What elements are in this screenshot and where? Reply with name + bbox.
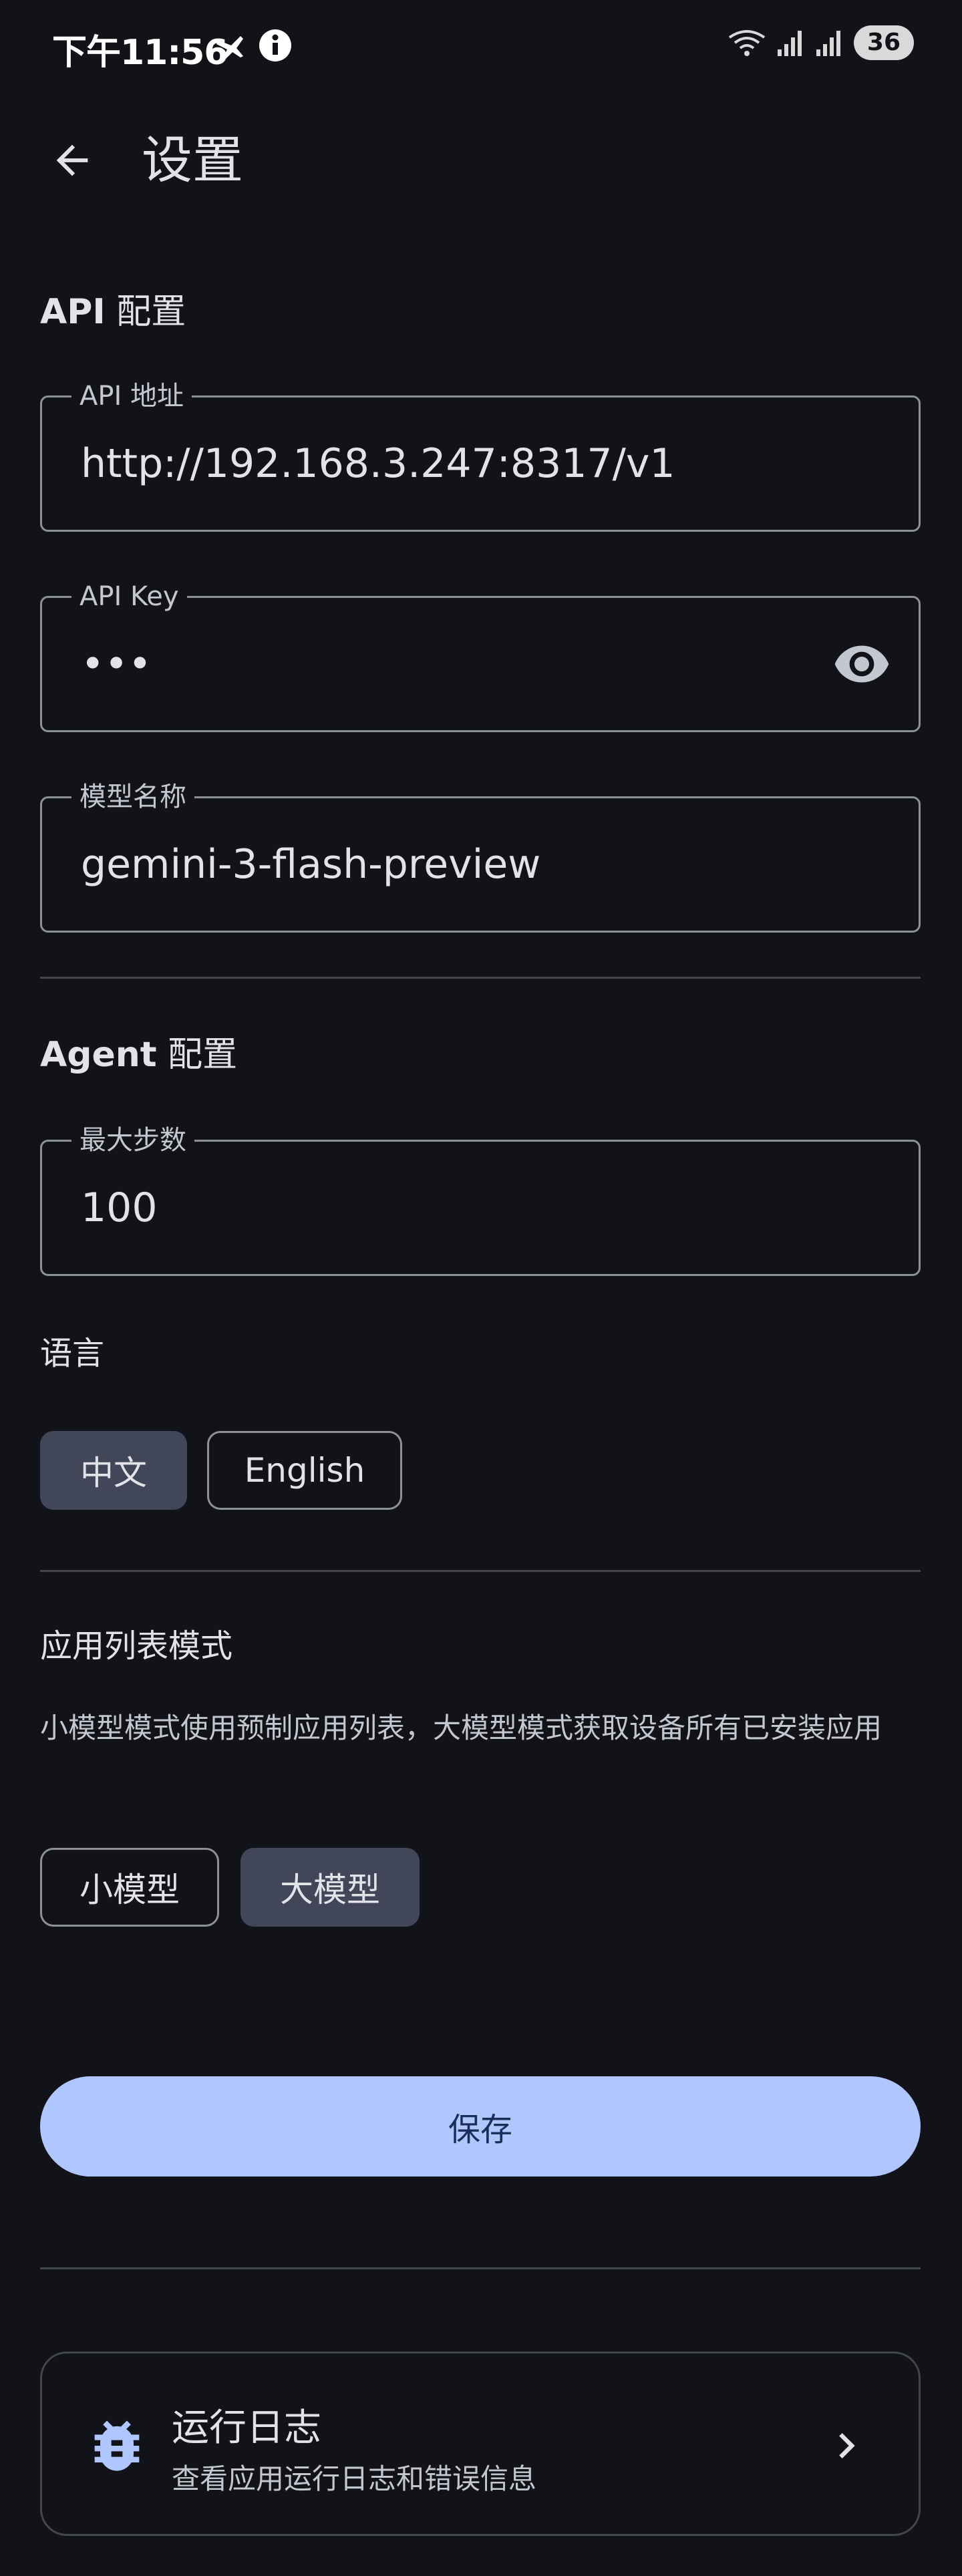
- api-url-field[interactable]: API 地址 http://192.168.3.247:8317/v1: [40, 380, 921, 532]
- agent-section-title-bold: Agent: [40, 1035, 157, 1075]
- api-key-field[interactable]: API Key •••: [40, 581, 921, 732]
- arrow-back-icon: [56, 144, 88, 176]
- chevron-right-icon: [839, 2433, 855, 2458]
- api-key-value: •••: [81, 641, 152, 687]
- run-log-card[interactable]: 运行日志 查看应用运行日志和错误信息: [40, 2352, 921, 2536]
- back-button[interactable]: [40, 128, 104, 192]
- app-list-option-large-model[interactable]: 大模型: [240, 1848, 420, 1927]
- max-steps-field[interactable]: 最大步数 100: [40, 1124, 921, 1276]
- model-name-field[interactable]: 模型名称 gemini-3-flash-preview: [40, 781, 921, 933]
- api-section-title-bold: API: [40, 292, 106, 332]
- wifi-icon: [728, 30, 766, 56]
- app-list-mode-description: 小模型模式使用预制应用列表，大模型模式获取设备所有已安装应用: [40, 1712, 883, 1744]
- page-title: 设置: [142, 130, 243, 190]
- battery-indicator: 36: [853, 25, 914, 60]
- airplane-icon: [216, 36, 243, 59]
- status-right-icons: 36: [727, 25, 914, 60]
- info-icon: [259, 29, 291, 61]
- max-steps-value: 100: [81, 1184, 158, 1231]
- api-url-value: http://192.168.3.247:8317/v1: [81, 440, 675, 487]
- divider: [40, 2267, 921, 2269]
- model-name-value: gemini-3-flash-preview: [81, 841, 541, 888]
- app-list-option-small-model[interactable]: 小模型: [40, 1848, 219, 1927]
- status-left-icons: [214, 27, 294, 67]
- agent-section-title: Agent 配置: [40, 1026, 237, 1076]
- api-section-title: API 配置: [40, 283, 186, 333]
- run-log-title: 运行日志: [172, 2406, 321, 2450]
- language-label: 语言: [40, 1335, 105, 1372]
- bug-icon: [94, 2420, 140, 2471]
- app-list-mode-title: 应用列表模式: [40, 1627, 233, 1665]
- api-section-title-rest: 配置: [105, 292, 186, 332]
- visibility-icon[interactable]: [832, 634, 892, 694]
- save-button[interactable]: 保存: [40, 2076, 921, 2177]
- language-option-chinese[interactable]: 中文: [40, 1431, 187, 1510]
- agent-section-title-rest: 配置: [156, 1035, 238, 1075]
- divider: [40, 1570, 921, 1572]
- signal-icon: [777, 31, 802, 56]
- signal-icon: [816, 31, 840, 56]
- divider: [40, 977, 921, 979]
- status-time: 下午11:56: [52, 33, 228, 73]
- run-log-subtitle: 查看应用运行日志和错误信息: [172, 2462, 537, 2495]
- language-option-english[interactable]: English: [207, 1431, 402, 1510]
